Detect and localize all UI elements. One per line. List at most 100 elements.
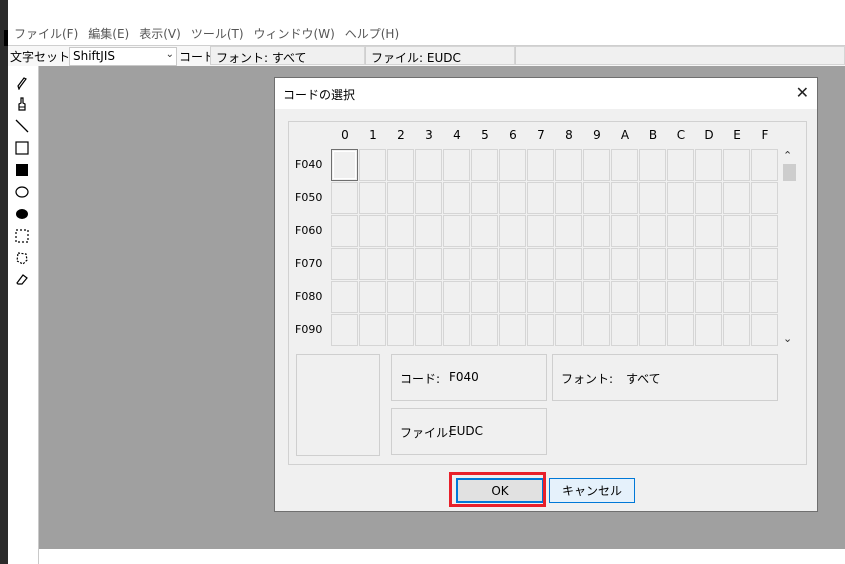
code-cell[interactable] [751,182,778,214]
code-cell[interactable] [471,182,498,214]
code-cell[interactable] [471,215,498,247]
code-cell[interactable] [499,182,526,214]
code-cell[interactable] [415,149,442,181]
code-cell[interactable] [723,182,750,214]
code-cell[interactable] [443,248,470,280]
menu-help[interactable]: ヘルプ(H) [345,25,399,42]
code-cell[interactable] [415,215,442,247]
code-cell[interactable] [359,248,386,280]
code-cell[interactable] [331,182,358,214]
code-cell[interactable] [611,215,638,247]
code-cell[interactable] [583,281,610,313]
code-cell[interactable] [415,182,442,214]
code-cell[interactable] [331,248,358,280]
code-cell[interactable] [639,215,666,247]
code-cell[interactable] [723,281,750,313]
rectangle-filled-icon[interactable] [12,161,32,179]
menu-file[interactable]: ファイル(F) [14,25,78,42]
cancel-button[interactable]: キャンセル [549,478,635,503]
code-cell[interactable] [499,314,526,346]
code-cell[interactable] [583,248,610,280]
code-cell[interactable] [359,281,386,313]
code-cell[interactable] [695,314,722,346]
code-cell[interactable] [667,149,694,181]
menu-tools[interactable]: ツール(T) [191,25,244,42]
code-cell[interactable] [443,215,470,247]
code-cell[interactable] [751,248,778,280]
code-cell[interactable] [723,149,750,181]
code-cell[interactable] [555,314,582,346]
code-cell[interactable] [555,149,582,181]
code-cell[interactable] [611,248,638,280]
scroll-down-icon[interactable]: ⌄ [783,332,792,345]
code-cell[interactable] [471,281,498,313]
code-cell[interactable] [695,182,722,214]
code-cell[interactable] [751,215,778,247]
code-cell[interactable] [359,215,386,247]
code-cell[interactable] [583,314,610,346]
code-cell[interactable] [499,215,526,247]
menu-view[interactable]: 表示(V) [139,25,181,42]
code-cell[interactable] [387,248,414,280]
pencil-icon[interactable] [12,74,32,92]
code-cell[interactable] [639,149,666,181]
code-cell[interactable] [359,149,386,181]
rectangle-outline-icon[interactable] [12,139,32,157]
code-cell[interactable] [751,281,778,313]
code-cell[interactable] [583,149,610,181]
code-cell[interactable] [555,182,582,214]
code-cell[interactable] [331,314,358,346]
code-cell[interactable] [723,215,750,247]
code-cell[interactable] [555,215,582,247]
freeform-select-icon[interactable] [12,249,32,267]
code-cell[interactable] [695,149,722,181]
close-icon[interactable]: ✕ [796,83,809,102]
code-cell[interactable] [387,215,414,247]
code-cell[interactable] [583,215,610,247]
menu-edit[interactable]: 編集(E) [88,25,129,42]
charset-select[interactable]: ShiftJIS ⌄ [69,47,177,66]
code-cell[interactable] [471,248,498,280]
rect-select-icon[interactable] [12,227,32,245]
code-cell[interactable] [471,314,498,346]
scrollbar-thumb[interactable] [783,164,796,181]
code-cell[interactable] [667,314,694,346]
code-cell[interactable] [527,149,554,181]
code-cell[interactable] [331,281,358,313]
code-cell[interactable] [387,281,414,313]
code-cell[interactable] [527,281,554,313]
code-cell[interactable] [695,281,722,313]
code-cell[interactable] [639,248,666,280]
code-cell[interactable] [723,314,750,346]
code-cell[interactable] [723,248,750,280]
code-cell[interactable] [611,281,638,313]
code-cell[interactable] [443,149,470,181]
code-cell[interactable] [555,248,582,280]
ellipse-outline-icon[interactable] [12,183,32,201]
code-cell[interactable] [415,248,442,280]
code-cell[interactable] [443,314,470,346]
code-cell[interactable] [639,182,666,214]
code-cell[interactable] [611,314,638,346]
code-cell[interactable] [415,314,442,346]
scroll-up-icon[interactable]: ⌃ [783,149,792,162]
code-cell[interactable] [387,314,414,346]
code-cell[interactable] [751,149,778,181]
code-cell[interactable] [359,314,386,346]
code-cell[interactable] [499,248,526,280]
code-cell[interactable] [415,281,442,313]
code-cell[interactable] [443,281,470,313]
code-cell[interactable] [667,182,694,214]
code-cell[interactable] [667,215,694,247]
code-cell[interactable] [499,149,526,181]
code-cell[interactable] [331,149,358,181]
code-cell[interactable] [695,215,722,247]
code-cell[interactable] [583,182,610,214]
code-cell[interactable] [555,281,582,313]
code-cell[interactable] [695,248,722,280]
code-cell[interactable] [471,149,498,181]
code-cell[interactable] [667,248,694,280]
code-cell[interactable] [359,182,386,214]
code-cell[interactable] [527,215,554,247]
code-cell[interactable] [387,182,414,214]
